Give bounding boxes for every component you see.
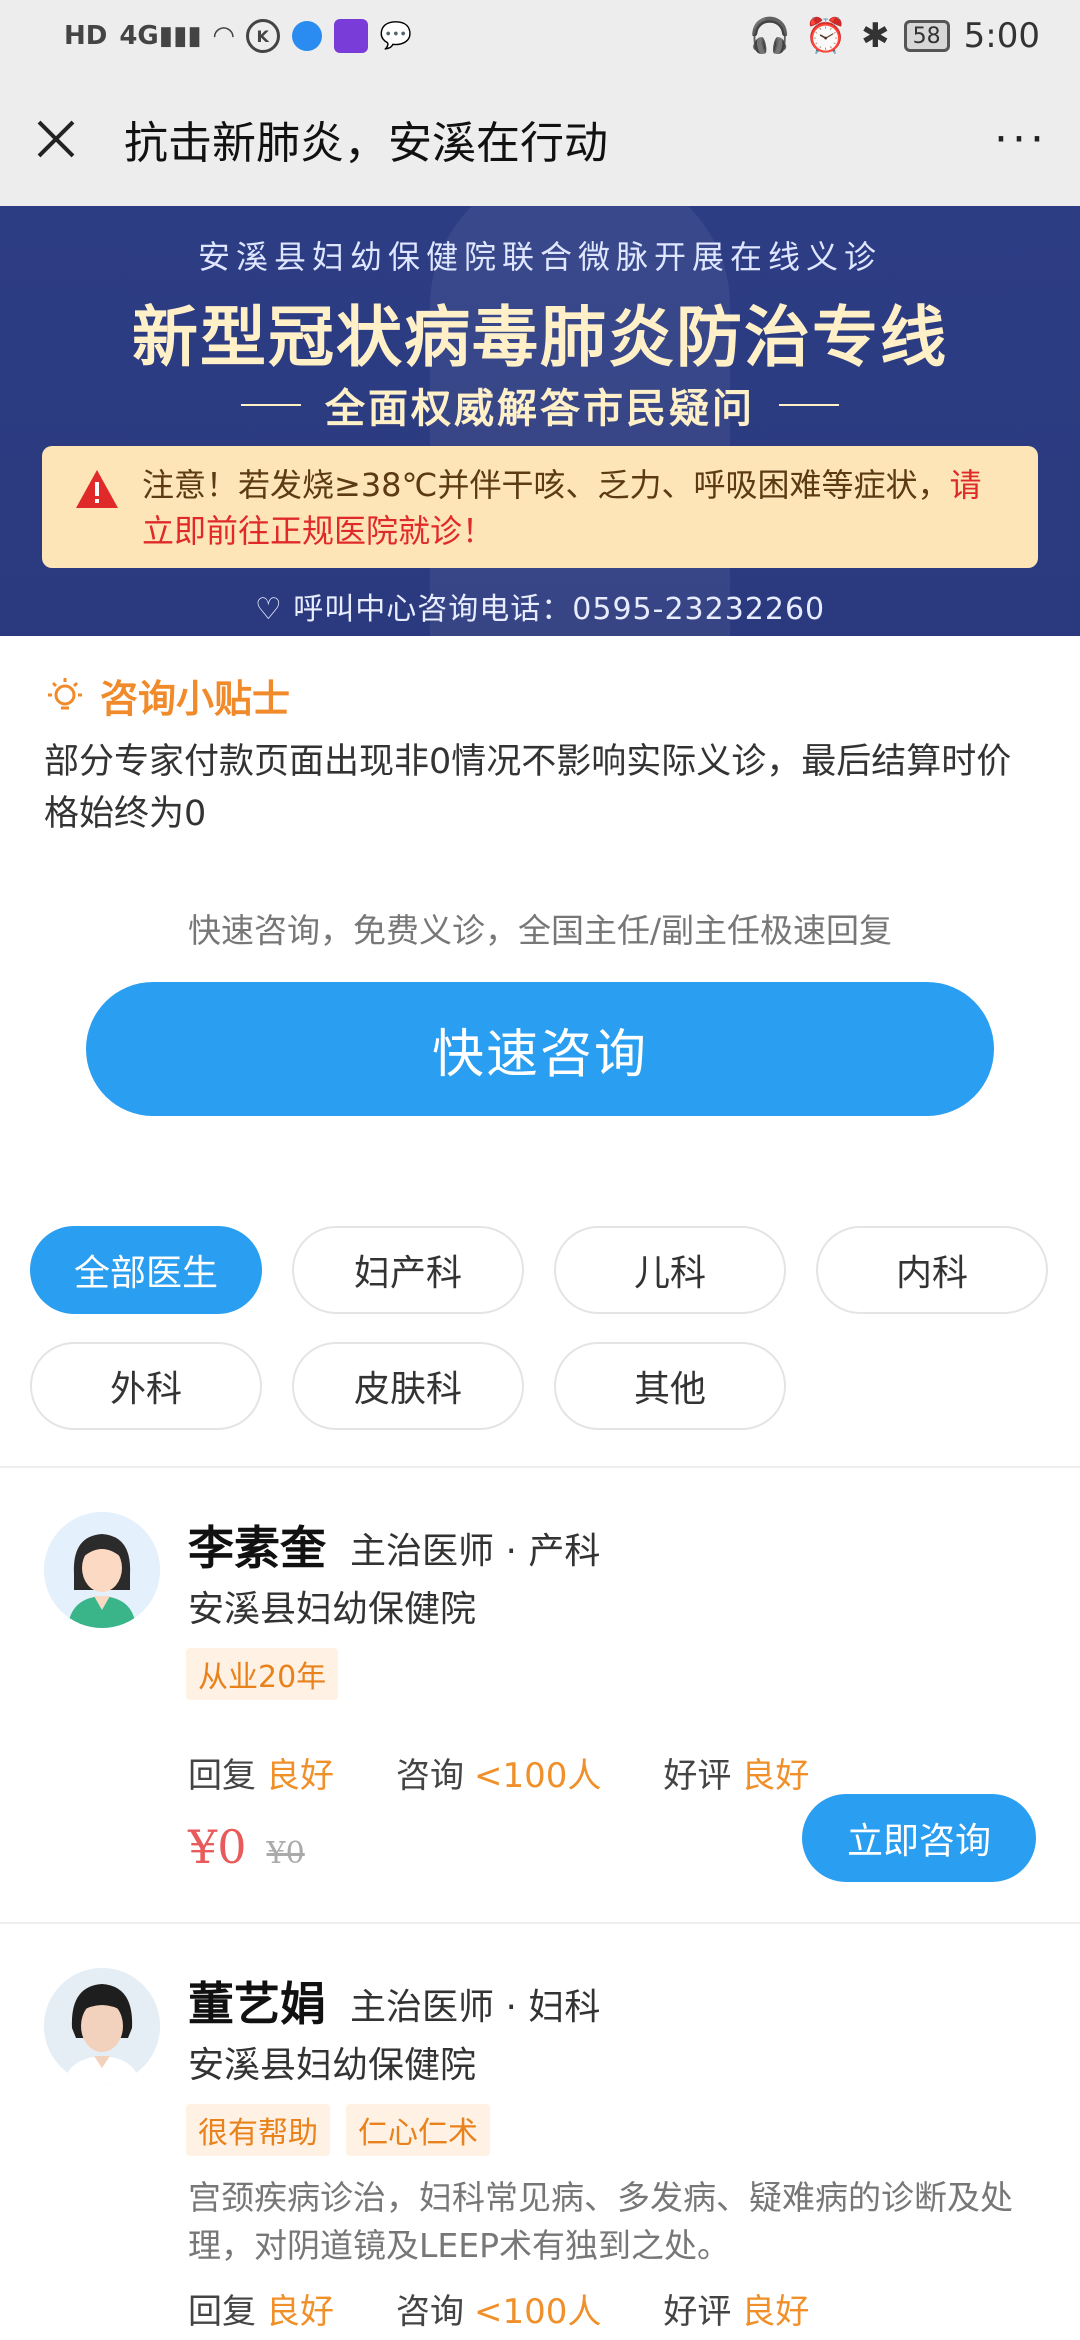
female-doctor-avatar-icon [44, 1512, 160, 1628]
doctor-stats: 回复 良好 咨询 <100人 好评 良好 [188, 2284, 871, 2333]
tips-body: 部分专家付款页面出现非0情况不影响实际义诊，最后结算时价格始终为0 [44, 742, 1012, 834]
current-price: ¥0 [188, 1820, 247, 1874]
clock: 5:00 [963, 16, 1040, 56]
signal-icon: 4G▮▮▮ [119, 21, 202, 51]
close-icon[interactable] [32, 115, 80, 163]
doctor-tags: 从业20年 [186, 1648, 339, 1700]
doctor-hospital: 安溪县妇幼保健院 [188, 2045, 477, 2086]
banner-tagline: 全面权威解答市民疑问 [325, 386, 755, 432]
filter-other[interactable]: 其他 [554, 1342, 786, 1430]
quick-consult-button[interactable]: 快速咨询 [86, 982, 994, 1116]
notice-text: 注意！若发烧≥38℃并伴干咳、乏力、呼吸困难等症状，请立即前往正规医院就诊！ [142, 462, 1008, 554]
banner[interactable]: 安溪县妇幼保健院联合微脉开展在线义诊 新型冠状病毒肺炎防治专线 全面权威解答市民… [0, 206, 1080, 636]
app-icon [291, 21, 322, 51]
quick-consult-subtitle: 快速咨询，免费义诊，全国主任/副主任极速回复 [187, 911, 893, 950]
filter-obstetrics-gynecology[interactable]: 妇产科 [292, 1226, 524, 1314]
banner-subtitle: 安溪县妇幼保健院联合微脉开展在线义诊 [197, 238, 882, 276]
stat-consult: 咨询 <100人 [396, 1756, 602, 1796]
headset-icon: 🎧 [748, 16, 791, 56]
stat-rating: 好评 良好 [663, 1756, 810, 1796]
more-menu-icon[interactable]: ··· [994, 114, 1048, 165]
stat-reply: 回复 良好 [188, 2292, 334, 2332]
avatar [44, 1968, 160, 2084]
doctor-photo [44, 1968, 160, 2084]
doctor-title: 主治医师 · 妇科 [350, 1987, 601, 2028]
doctor-description: 宫颈疾病诊治，妇科常见病、多发病、疑难病的诊断及处理，对阴道镜及LEEP术有独到… [188, 2178, 1013, 2265]
filter-surgery[interactable]: 外科 [30, 1342, 262, 1430]
hotline-text: ♡ 呼叫中心咨询电话：0595-23232260 [0, 584, 1080, 628]
divider [241, 404, 301, 406]
k-app-icon: K [245, 19, 280, 53]
divider [779, 404, 839, 406]
filter-all-doctors[interactable]: 全部医生 [30, 1226, 262, 1314]
doctor-tag: 仁心仁术 [346, 2104, 490, 2156]
doctor-stats: 回复 良好 咨询 <100人 好评 良好 [188, 1748, 871, 1797]
status-icons-left: HD 4G▮▮▮ ◠ K 💬 [64, 19, 412, 53]
banner-title: 新型冠状病毒肺炎防治专线 [132, 299, 948, 376]
doctor-price: ¥0 ¥0 [188, 1820, 305, 1874]
doctor-hospital: 安溪县妇幼保健院 [188, 1589, 477, 1630]
doctor-name: 董艺娟 [188, 1977, 326, 2031]
bluetooth-icon: ✱ [861, 16, 890, 56]
filter-pediatrics[interactable]: 儿科 [554, 1226, 786, 1314]
doctor-tag: 很有帮助 [186, 2104, 330, 2156]
nav-bar: 抗击新肺炎，安溪在行动 ··· [0, 72, 1080, 206]
status-icons-right: 🎧 ⏰ ✱ 58 5:00 [748, 16, 1040, 56]
message-icon: 💬 [379, 21, 413, 51]
department-filters: 全部医生 妇产科 儿科 内科 外科 皮肤科 其他 [30, 1226, 1060, 1430]
banner-tagline-row: 全面权威解答市民疑问 [0, 376, 1080, 434]
heart-phone-icon: ♡ [254, 592, 294, 627]
stat-rating: 好评 良好 [663, 2292, 810, 2332]
stat-consult: 咨询 <100人 [396, 2292, 602, 2332]
video-app-icon [333, 19, 368, 53]
hd-icon: HD [64, 21, 108, 51]
doctor-name: 李素奎 [188, 1521, 326, 1575]
lightbulb-icon [48, 677, 82, 709]
battery-icon: 58 [903, 20, 950, 52]
alarm-icon: ⏰ [804, 16, 848, 56]
doctor-tag: 从业20年 [186, 1648, 339, 1700]
warning-icon [76, 470, 118, 508]
tips-header: 咨询小贴士 [44, 668, 290, 723]
warning-notice: 注意！若发烧≥38℃并伴干咳、乏力、呼吸困难等症状，请立即前往正规医院就诊！ [42, 446, 1038, 568]
status-bar: HD 4G▮▮▮ ◠ K 💬 🎧 ⏰ ✱ 58 5:00 [0, 0, 1080, 72]
doctor-tags: 很有帮助 仁心仁术 [186, 2104, 490, 2156]
doctor-card[interactable]: 董艺娟 主治医师 · 妇科 安溪县妇幼保健院 很有帮助 仁心仁术 宫颈疾病诊治，… [0, 1924, 1080, 2340]
hotline-number: 呼叫中心咨询电话：0595-23232260 [293, 592, 826, 627]
doctor-title: 主治医师 · 产科 [350, 1531, 601, 1572]
avatar [44, 1512, 160, 1628]
consult-now-button[interactable]: 立即咨询 [802, 1794, 1036, 1882]
stat-reply: 回复 良好 [188, 1756, 334, 1796]
wifi-icon: ◠ [213, 21, 234, 51]
tips-title: 咨询小贴士 [100, 677, 291, 721]
original-price: ¥0 [266, 1836, 305, 1871]
doctor-card[interactable]: 李素奎 主治医师 · 产科 安溪县妇幼保健院 从业20年 回复 良好 咨询 <100… [0, 1468, 1080, 1922]
filter-internal-medicine[interactable]: 内科 [816, 1226, 1048, 1314]
page-title: 抗击新肺炎，安溪在行动 [124, 118, 608, 169]
filter-dermatology[interactable]: 皮肤科 [292, 1342, 524, 1430]
notice-prefix: 注意！若发烧≥38℃并伴干咳、乏力、呼吸困难等症状， [142, 466, 950, 504]
